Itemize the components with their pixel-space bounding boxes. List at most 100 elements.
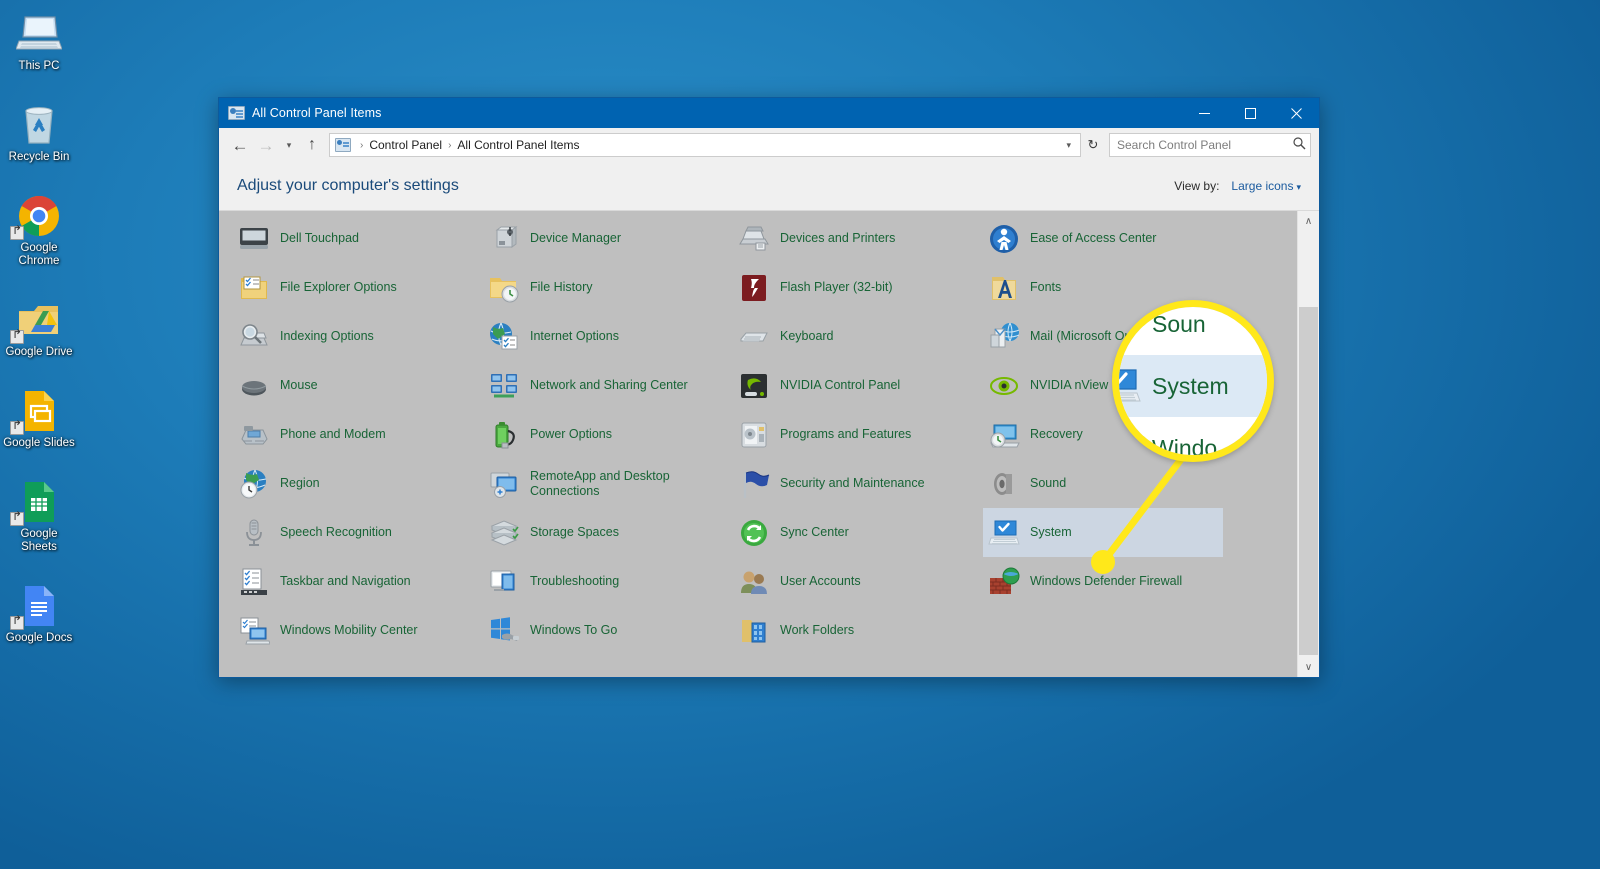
control-panel-item-mouse[interactable]: Mouse: [233, 361, 483, 410]
scroll-down-icon[interactable]: ∨: [1298, 657, 1319, 677]
recent-locations-icon[interactable]: ▾: [279, 132, 299, 158]
scrollbar-thumb[interactable]: [1299, 307, 1318, 655]
control-panel-item-label: Internet Options: [530, 329, 619, 343]
control-panel-item-work-folders[interactable]: Work Folders: [733, 606, 983, 655]
desktop-icon-google-slides[interactable]: Google Slides: [0, 385, 78, 450]
desktop-icon-this-pc[interactable]: This PC: [0, 8, 78, 73]
control-panel-item-internet-options[interactable]: Internet Options: [483, 312, 733, 361]
control-panel-item-system[interactable]: System: [983, 508, 1223, 557]
remoteapp-icon: [488, 468, 520, 500]
control-panel-item-taskbar-and-navigation[interactable]: Taskbar and Navigation: [233, 557, 483, 606]
close-button[interactable]: [1273, 98, 1319, 128]
up-button[interactable]: ↑: [299, 132, 325, 158]
control-panel-item-sound[interactable]: Sound: [983, 459, 1233, 508]
control-panel-item-power-options[interactable]: Power Options: [483, 410, 733, 459]
region-icon: [238, 468, 270, 500]
control-panel-item-nvidia-control-panel[interactable]: NVIDIA Control Panel: [733, 361, 983, 410]
control-panel-item-windows-mobility-center[interactable]: Windows Mobility Center: [233, 606, 483, 655]
control-panel-item-label: Security and Maintenance: [780, 476, 925, 490]
breadcrumb-separator: ›: [448, 139, 452, 151]
control-panel-item-keyboard[interactable]: Keyboard: [733, 312, 983, 361]
control-panel-item-region[interactable]: Region: [233, 459, 483, 508]
control-panel-item-recovery[interactable]: Recovery: [983, 410, 1233, 459]
breadcrumb-item-control-panel[interactable]: Control Panel: [369, 138, 442, 152]
control-panel-item-label: Phone and Modem: [280, 427, 386, 441]
forward-button[interactable]: →: [253, 132, 279, 158]
vertical-scrollbar[interactable]: ∧ ∨: [1297, 211, 1319, 677]
control-panel-item-file-explorer-options[interactable]: File Explorer Options: [233, 263, 483, 312]
flash-player-icon: [738, 272, 770, 304]
control-panel-item-label: Mouse: [280, 378, 318, 392]
microphone-icon: [238, 517, 270, 549]
control-panel-item-speech-recognition[interactable]: Speech Recognition: [233, 508, 483, 557]
control-panel-item-fonts[interactable]: Fonts: [983, 263, 1233, 312]
desktop-icon-google-drive[interactable]: Google Drive: [0, 294, 78, 359]
nvidia-nview-icon: [988, 370, 1020, 402]
control-panel-item-devices-and-printers[interactable]: Devices and Printers: [733, 214, 983, 263]
desktop-icon-google-docs[interactable]: Google Docs: [0, 580, 78, 645]
desktop-icon-label: Recycle Bin: [8, 151, 70, 163]
control-panel-item-label: Keyboard: [780, 329, 834, 343]
work-folders-icon: [738, 615, 770, 647]
scroll-up-icon[interactable]: ∧: [1298, 211, 1319, 231]
control-panel-item-nvidia-nview-manager[interactable]: NVIDIA nView Manager: [983, 361, 1233, 410]
control-panel-item-ease-of-access-center[interactable]: Ease of Access Center: [983, 214, 1233, 263]
none: [988, 615, 1020, 647]
breadcrumb-item-all-control-panel-items[interactable]: All Control Panel Items: [457, 138, 579, 152]
breadcrumb[interactable]: › Control Panel › All Control Panel Item…: [329, 133, 1081, 157]
items-scroll-viewport: Dell Touchpad Device Manager Devices and P…: [219, 211, 1297, 677]
back-button[interactable]: ←: [227, 132, 253, 158]
control-panel-item-label: NVIDIA nView Manager: [1030, 378, 1162, 392]
chevron-down-icon[interactable]: ▾: [1061, 140, 1076, 151]
window-titlebar[interactable]: All Control Panel Items: [219, 98, 1319, 128]
sync-center-icon: [738, 517, 770, 549]
desktop-icon-label: Google Drive: [5, 346, 73, 358]
control-panel-item-storage-spaces[interactable]: Storage Spaces: [483, 508, 733, 557]
control-panel-item-windows-to-go[interactable]: Windows To Go: [483, 606, 733, 655]
control-panel-item-label: Indexing Options: [280, 329, 374, 343]
control-panel-icon: [335, 138, 351, 152]
control-panel-item-sync-center[interactable]: Sync Center: [733, 508, 983, 557]
control-panel-item-security-and-maintenance[interactable]: Security and Maintenance: [733, 459, 983, 508]
control-panel-item-label: Dell Touchpad: [280, 231, 359, 245]
control-panel-item-mail-microsoft-outlook-2016[interactable]: Mail (Microsoft Outlook 2016): [983, 312, 1233, 361]
control-panel-item-label: RemoteApp and Desktop Connections: [530, 468, 670, 498]
control-panel-item-label: Sync Center: [780, 525, 849, 539]
control-panel-item-phone-and-modem[interactable]: Phone and Modem: [233, 410, 483, 459]
refresh-icon[interactable]: ↻: [1081, 133, 1105, 157]
control-panel-item-label: System: [1030, 525, 1072, 539]
minimize-button[interactable]: [1181, 98, 1227, 128]
search-input[interactable]: Search Control Panel: [1109, 133, 1311, 157]
device-manager-icon: [488, 223, 520, 255]
view-by-dropdown[interactable]: Large icons ▾: [1231, 179, 1301, 193]
control-panel-item-network-and-sharing-center[interactable]: Network and Sharing Center: [483, 361, 733, 410]
search-icon: [1293, 137, 1306, 153]
desktop-icon-google-sheets[interactable]: Google Sheets: [0, 476, 78, 554]
view-by-label: View by:: [1174, 179, 1220, 193]
control-panel-item-troubleshooting[interactable]: Troubleshooting: [483, 557, 733, 606]
control-panel-item-file-history[interactable]: File History: [483, 263, 733, 312]
file-history-icon: [488, 272, 520, 304]
control-panel-item-label: Flash Player (32-bit): [780, 280, 893, 294]
control-panel-item-label: NVIDIA Control Panel: [780, 378, 901, 392]
control-panel-item-programs-and-features[interactable]: Programs and Features: [733, 410, 983, 459]
control-panel-item-label: Taskbar and Navigation: [280, 574, 411, 588]
control-panel-item-indexing-options[interactable]: Indexing Options: [233, 312, 483, 361]
control-panel-item-label: File History: [530, 280, 593, 294]
control-panel-item-device-manager[interactable]: Device Manager: [483, 214, 733, 263]
desktop-icon-google-chrome[interactable]: Google Chrome: [0, 190, 78, 268]
control-panel-item-label: Programs and Features: [780, 427, 912, 441]
desktop-icon-recycle-bin[interactable]: Recycle Bin: [0, 99, 78, 164]
desktop-icon-list: This PC Recycle Bin Goog: [0, 8, 80, 671]
google-drive-icon: [0, 294, 78, 346]
control-panel-item-label: Windows To Go: [530, 623, 618, 637]
maximize-button[interactable]: [1227, 98, 1273, 128]
control-panel-item-dell-touchpad[interactable]: Dell Touchpad: [233, 214, 483, 263]
programs-features-icon: [738, 419, 770, 451]
control-panel-item-flash-player-32-bit[interactable]: Flash Player (32-bit): [733, 263, 983, 312]
printer-icon: [738, 223, 770, 255]
system-icon: [988, 517, 1020, 549]
control-panel-item-remoteapp-and-desktop-connections[interactable]: RemoteApp and Desktop Connections: [483, 459, 733, 508]
control-panel-item-windows-defender-firewall[interactable]: Windows Defender Firewall: [983, 557, 1233, 606]
control-panel-item-user-accounts[interactable]: User Accounts: [733, 557, 983, 606]
